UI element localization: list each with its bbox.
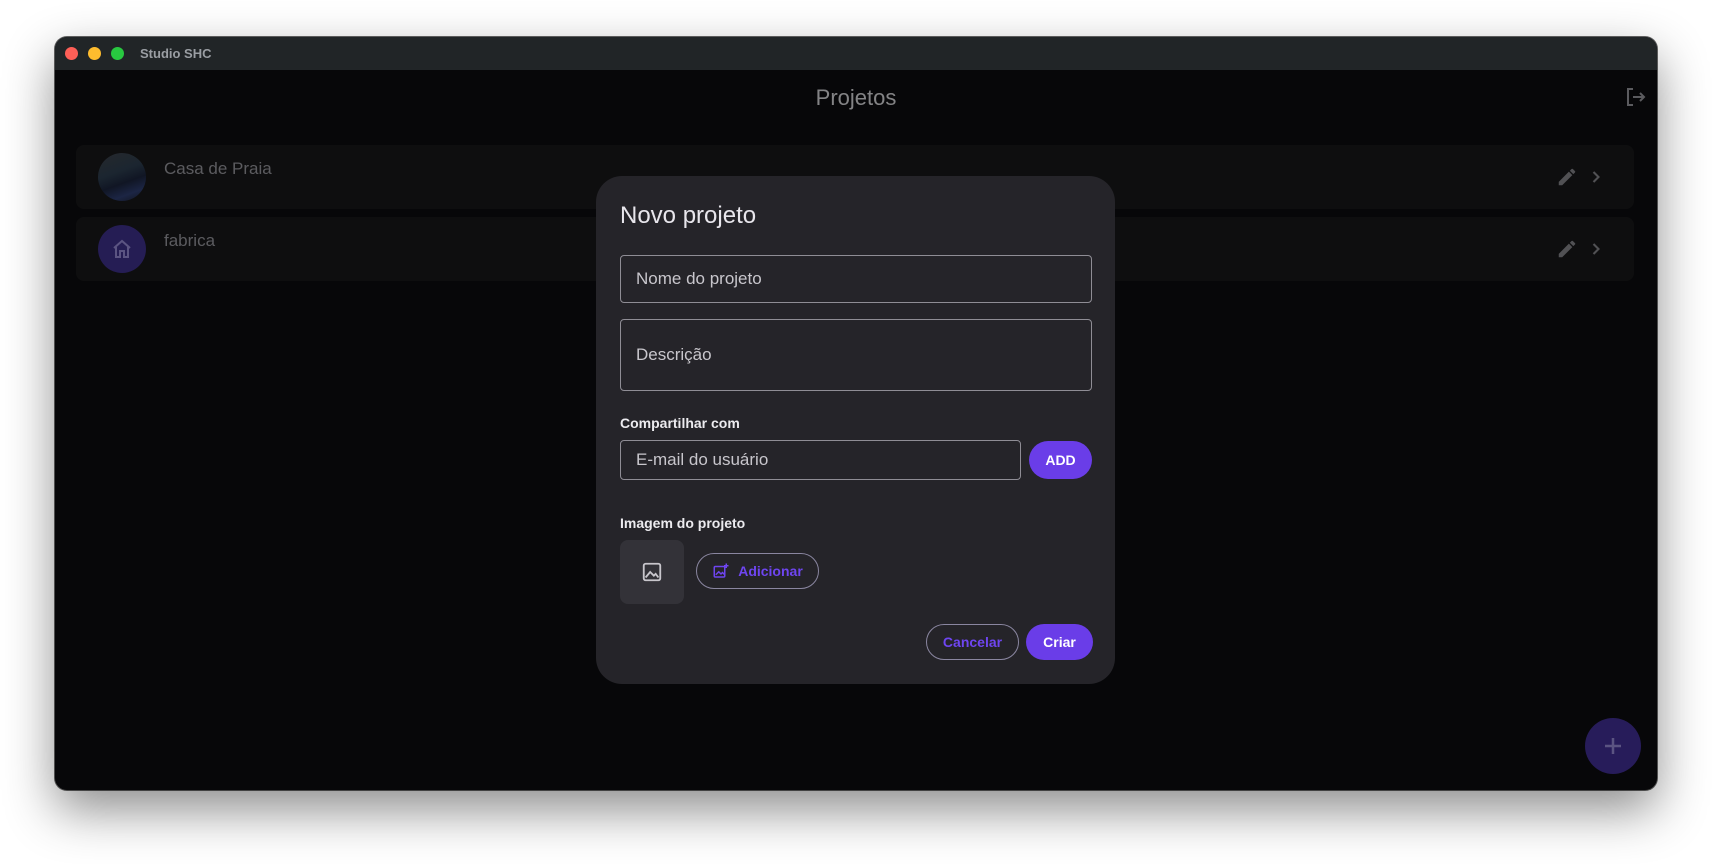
close-window-button[interactable] [65,47,78,60]
image-placeholder [620,540,684,604]
project-name-input[interactable] [620,255,1092,303]
share-label: Compartilhar com [620,415,740,431]
image-icon [642,562,662,582]
new-project-dialog: Novo projeto Compartilhar com ADD Imagem… [596,176,1115,684]
project-description-input[interactable] [620,319,1092,391]
add-image-label: Adicionar [738,563,803,579]
app-window: Studio SHC Projetos Casa de Praia fabric… [55,37,1657,790]
cancel-button[interactable]: Cancelar [926,624,1019,660]
add-photo-icon [713,563,729,578]
zoom-window-button[interactable] [111,47,124,60]
user-email-input[interactable] [620,440,1021,480]
add-image-button[interactable]: Adicionar [696,553,819,589]
title-bar: Studio SHC [55,37,1657,70]
minimize-window-button[interactable] [88,47,101,60]
create-button[interactable]: Criar [1026,624,1093,660]
add-user-button[interactable]: ADD [1029,441,1092,479]
dialog-title: Novo projeto [620,202,757,229]
window-title: Studio SHC [140,46,212,61]
image-label: Imagem do projeto [620,515,746,531]
